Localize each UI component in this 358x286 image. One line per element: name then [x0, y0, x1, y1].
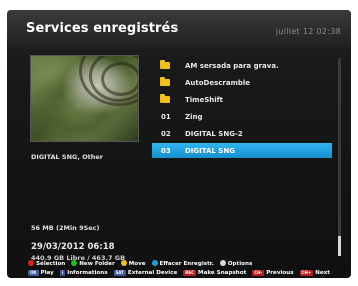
hint-label: Make Snapshot: [198, 270, 247, 276]
ok-key-icon: OK: [28, 270, 39, 276]
list-item-index: 01: [161, 113, 171, 121]
white-dot-icon: [219, 260, 226, 266]
list-item-label: DIGITAL SNG-2: [185, 130, 243, 138]
list-item[interactable]: AM sersada para grava.: [152, 58, 332, 73]
sat-key-icon: SAT: [113, 270, 126, 276]
info-key-hint[interactable]: i Informations: [59, 270, 108, 276]
ok-key-hint[interactable]: OK Play: [28, 270, 54, 276]
blue-dot-icon: [151, 260, 158, 266]
hint-label: Sélection: [36, 261, 66, 267]
ch-plus-key-icon: CH+: [299, 270, 314, 276]
recordings-list: AM sersada para grava. AutoDescramble Ti…: [152, 56, 332, 256]
recording-date: 29/03/2012 06:18: [31, 242, 115, 252]
hint-label: New Folder: [79, 261, 115, 267]
scrollbar-thumb[interactable]: [338, 236, 341, 256]
list-item[interactable]: TimeShift: [152, 92, 332, 107]
folder-icon: [160, 77, 170, 86]
hint-label: Play: [40, 270, 54, 276]
hint-label: Effacer Enregistr.: [159, 261, 214, 267]
folder-icon: [160, 94, 170, 103]
key-button-row: OK Play i Informations SAT External Device …: [28, 270, 334, 278]
screen: Services enregistrés juillet 12 02:38 DI…: [0, 0, 358, 286]
hint-label: Next: [315, 270, 330, 276]
hint-label: External Device: [127, 270, 178, 276]
list-item-label: Zing: [185, 113, 203, 121]
red-button-hint[interactable]: Sélection: [28, 260, 65, 267]
footer-legend: Sélection New Folder Move Effacer Enregi…: [7, 259, 351, 278]
list-item-label: AutoDescramble: [185, 79, 251, 87]
list-item[interactable]: 01 Zing: [152, 109, 332, 124]
list-item-label: TimeShift: [185, 96, 224, 104]
ch-minus-key-hint[interactable]: CH- Previous: [252, 270, 294, 276]
blue-button-hint[interactable]: Effacer Enregistr.: [151, 260, 214, 267]
clock: juillet 12 02:38: [275, 27, 341, 36]
list-item[interactable]: 02 DIGITAL SNG-2: [152, 126, 332, 141]
list-item[interactable]: AutoDescramble: [152, 75, 332, 90]
green-dot-icon: [71, 260, 78, 266]
ch-minus-key-icon: CH-: [252, 270, 265, 276]
video-preview: [30, 55, 139, 142]
page-title: Services enregistrés: [26, 21, 179, 36]
hint-label: Previous: [266, 270, 294, 276]
sat-key-hint[interactable]: SAT External Device: [113, 270, 178, 276]
list-item-label: DIGITAL SNG: [185, 147, 235, 155]
green-button-hint[interactable]: New Folder: [71, 260, 115, 267]
folder-icon: [160, 60, 170, 69]
rec-key-icon: REC: [183, 270, 197, 276]
channel-info: DIGITAL SNG, Other: [31, 153, 103, 161]
list-item-index: 02: [161, 130, 171, 138]
ch-plus-key-hint[interactable]: CH+ Next: [299, 270, 330, 276]
hint-label: Options: [227, 261, 253, 267]
rec-key-hint[interactable]: REC Make Snapshot: [183, 270, 246, 276]
color-button-row: Sélection New Folder Move Effacer Enregi…: [28, 260, 256, 268]
list-item-index: 03: [161, 147, 171, 155]
red-dot-icon: [28, 260, 34, 266]
hint-label: Informations: [67, 270, 108, 276]
yellow-dot-icon: [120, 260, 127, 266]
header-bar: Services enregistrés juillet 12 02:38: [7, 10, 351, 46]
white-button-hint[interactable]: Options: [219, 260, 253, 267]
recording-size: 56 MB (2Min 9Sec): [31, 224, 100, 232]
hint-label: Move: [128, 261, 146, 267]
list-item-selected[interactable]: 03 DIGITAL SNG: [152, 143, 332, 158]
scrollbar-track[interactable]: [338, 58, 341, 256]
info-key-icon: i: [59, 270, 66, 276]
list-item-label: AM sersada para grava.: [185, 62, 279, 70]
yellow-button-hint[interactable]: Move: [120, 260, 146, 267]
tv-menu-window: Services enregistrés juillet 12 02:38 DI…: [7, 10, 351, 278]
